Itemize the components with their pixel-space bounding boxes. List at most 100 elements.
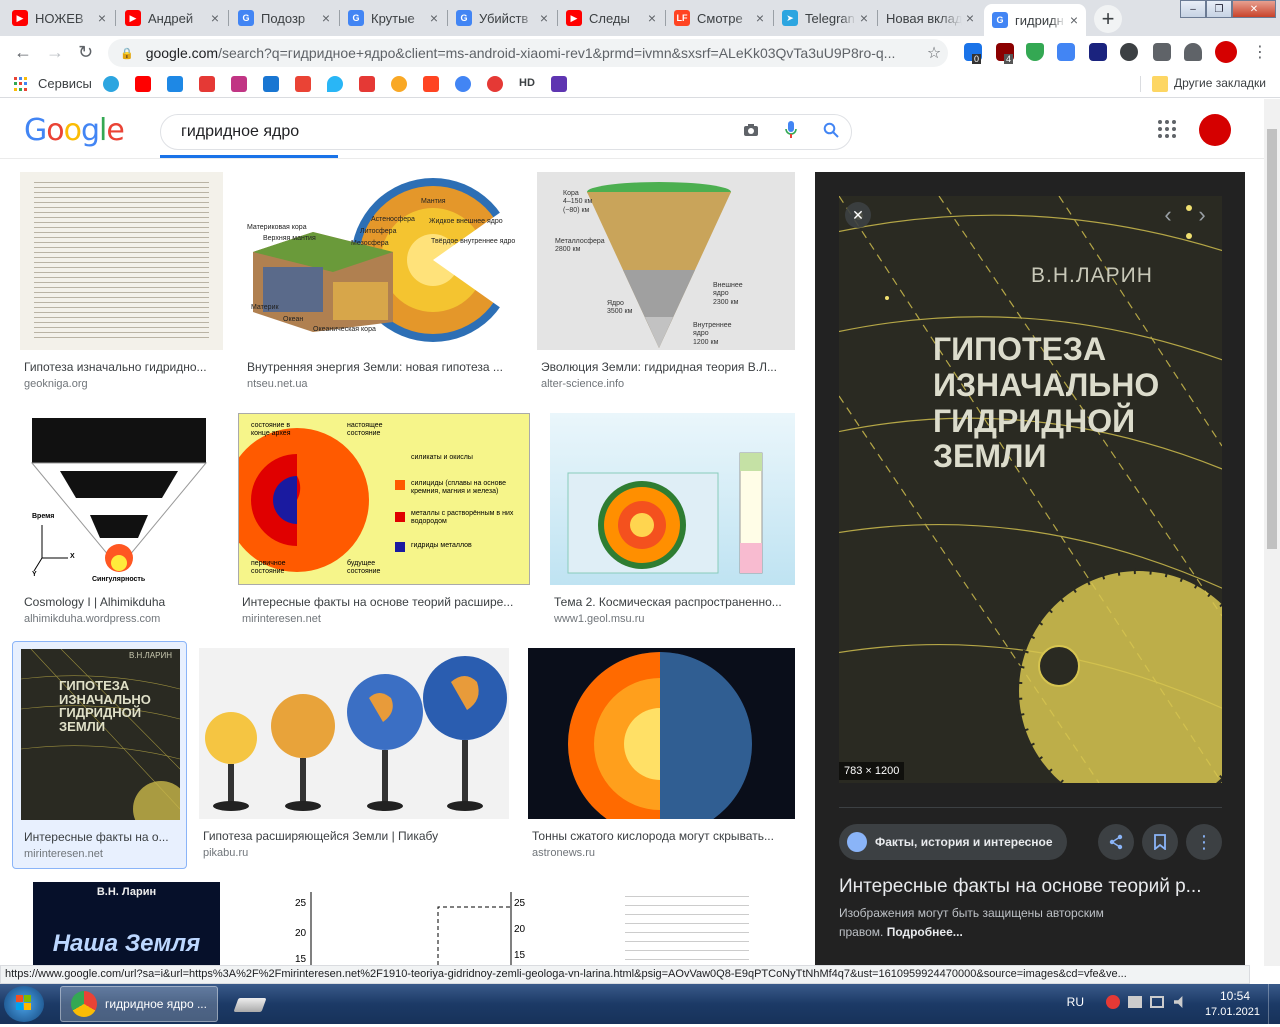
profile-avatar[interactable] bbox=[1215, 41, 1237, 63]
shield-icon[interactable] bbox=[1026, 43, 1044, 61]
bookmark-icon[interactable] bbox=[167, 76, 183, 92]
search-query[interactable]: гидридное ядро bbox=[181, 123, 731, 141]
source-chip[interactable]: Факты, история и интересное bbox=[839, 824, 1067, 860]
browser-tab[interactable]: ▶ Следы × bbox=[558, 4, 664, 32]
preview-image[interactable]: В.Н.ЛАРИН ГИПОТЕЗА ИЗНАЧАЛЬНО ГИДРИДНОЙ … bbox=[839, 196, 1222, 783]
share-icon[interactable] bbox=[1098, 824, 1134, 860]
page-scrollbar[interactable] bbox=[1264, 99, 1280, 966]
browser-tab[interactable]: ➤ Telegran × bbox=[774, 4, 876, 32]
image-result[interactable]: Тонны сжатого кислорода могут скрывать..… bbox=[528, 648, 795, 870]
bookmark-icon[interactable] bbox=[423, 76, 439, 92]
back-button[interactable]: ← bbox=[14, 42, 32, 63]
language-indicator[interactable]: RU bbox=[1067, 995, 1084, 1009]
bookmark-icon[interactable] bbox=[327, 76, 343, 92]
new-tab-button[interactable]: + bbox=[1094, 5, 1122, 33]
close-icon[interactable]: ✕ bbox=[845, 202, 871, 228]
clock-date[interactable]: 17.01.2021 bbox=[1205, 1006, 1260, 1018]
tab-active[interactable]: Gгидридн × bbox=[984, 4, 1086, 36]
bookmark-icon[interactable] bbox=[263, 76, 279, 92]
reload-button[interactable]: ↻ bbox=[78, 42, 93, 63]
tab-close-icon[interactable]: × bbox=[98, 10, 106, 26]
bookmark-icon[interactable] bbox=[487, 76, 503, 92]
image-result-selected[interactable]: В.Н.ЛАРИН ГИПОТЕЗА ИЗНАЧАЛЬНО ГИДРИДНОЙ … bbox=[12, 641, 187, 869]
taskbar-chrome-button[interactable]: гидридное ядро ... bbox=[60, 986, 218, 1022]
image-result[interactable]: Время X Y Сингулярность Cosmology I | Al… bbox=[20, 413, 218, 635]
next-arrow-icon[interactable]: › bbox=[1189, 202, 1215, 228]
browser-tab[interactable]: G Крутые × bbox=[340, 4, 446, 32]
browser-tab[interactable]: Новая вклад × bbox=[878, 4, 982, 32]
puzzle-icon[interactable] bbox=[1184, 43, 1202, 61]
apps-grid-icon[interactable] bbox=[14, 77, 28, 91]
tab-close-icon[interactable]: × bbox=[540, 10, 548, 26]
bookmark-hd[interactable]: HD bbox=[519, 77, 535, 89]
tab-close-icon[interactable]: × bbox=[1070, 12, 1078, 28]
tray-icon[interactable] bbox=[1106, 995, 1120, 1009]
speaker-icon[interactable] bbox=[1174, 996, 1183, 1008]
extension-icon[interactable] bbox=[1089, 43, 1107, 61]
browser-tab[interactable]: LF Смотре × bbox=[666, 4, 772, 32]
forward-button[interactable]: → bbox=[46, 42, 64, 63]
image-result[interactable]: Тема 2. Космическая распространенно... w… bbox=[550, 413, 795, 635]
tab-close-icon[interactable]: × bbox=[211, 10, 219, 26]
google-logo[interactable]: Google bbox=[24, 113, 125, 148]
flag-icon[interactable] bbox=[1128, 996, 1142, 1008]
tab-close-icon[interactable]: × bbox=[860, 10, 868, 26]
browser-tab[interactable]: ▶ НОЖЕВ × bbox=[4, 4, 114, 32]
telegram-icon[interactable] bbox=[103, 76, 119, 92]
close-button[interactable]: ✕ bbox=[1232, 0, 1276, 18]
account-avatar[interactable] bbox=[1199, 114, 1231, 146]
gmail-icon[interactable] bbox=[295, 76, 311, 92]
image-result[interactable]: состояние в конце архея настоящее состоя… bbox=[238, 413, 530, 635]
other-bookmarks[interactable]: Другие закладки bbox=[1174, 76, 1266, 90]
bookmark-icon[interactable] bbox=[359, 76, 375, 92]
browser-tab[interactable]: G Подозр × bbox=[230, 4, 338, 32]
minimize-button[interactable]: – bbox=[1180, 0, 1206, 18]
image-result[interactable]: 25 20 15 25 20 15 bbox=[253, 882, 531, 966]
save-icon[interactable] bbox=[1142, 824, 1178, 860]
scrollbar-thumb[interactable] bbox=[1267, 129, 1277, 549]
bookmark-icon[interactable] bbox=[551, 76, 567, 92]
browser-tab[interactable]: G Убийств × bbox=[448, 4, 556, 32]
extension-icon[interactable] bbox=[1120, 43, 1138, 61]
clock-time[interactable]: 10:54 bbox=[1220, 989, 1250, 1003]
more-link[interactable]: Подробнее... bbox=[887, 925, 963, 939]
image-result[interactable]: В.Н. Ларин Наша Земля bbox=[33, 882, 220, 966]
prev-arrow-icon[interactable]: ‹ bbox=[1155, 202, 1181, 228]
address-bar[interactable]: 🔒 google.com/search?q=гидридное+ядро&cli… bbox=[108, 39, 948, 67]
instagram-icon[interactable] bbox=[231, 76, 247, 92]
monitor-icon[interactable] bbox=[1150, 996, 1164, 1008]
bookmark-services[interactable]: Сервисы bbox=[38, 76, 92, 91]
tab-close-icon[interactable]: × bbox=[756, 10, 764, 26]
tab-close-icon[interactable]: × bbox=[648, 10, 656, 26]
maximize-button[interactable]: ❐ bbox=[1206, 0, 1232, 18]
bookmark-icon[interactable] bbox=[455, 76, 471, 92]
start-button[interactable] bbox=[4, 986, 44, 1022]
search-icon[interactable] bbox=[811, 122, 851, 142]
drive-icon[interactable] bbox=[233, 998, 267, 1012]
browser-tab[interactable]: ▶ Андрей × bbox=[117, 4, 227, 32]
google-apps-icon[interactable] bbox=[1158, 120, 1176, 138]
tab-close-icon[interactable]: × bbox=[966, 10, 974, 26]
image-result[interactable]: Гипотеза изначально гидридно... geokniga… bbox=[20, 172, 223, 394]
bookmark-star-icon[interactable]: ☆ bbox=[920, 43, 948, 63]
extension-icon[interactable] bbox=[1153, 43, 1171, 61]
image-result[interactable]: Кора 4–150 км (~80) км Металлосфера 2800… bbox=[537, 172, 795, 394]
panel-title[interactable]: Интересные факты на основе теорий р... bbox=[839, 876, 1234, 898]
menu-icon[interactable]: ⋮ bbox=[1252, 42, 1268, 62]
mic-icon[interactable] bbox=[771, 121, 811, 143]
tab-close-icon[interactable]: × bbox=[430, 10, 438, 26]
browser-toolbar: ← → ↻ 🔒 google.com/search?q=гидридное+яд… bbox=[0, 36, 1280, 70]
tab-label: Подозр bbox=[261, 10, 306, 26]
show-desktop-button[interactable] bbox=[1268, 984, 1280, 1024]
bookmark-icon[interactable] bbox=[199, 76, 215, 92]
image-result[interactable] bbox=[579, 882, 795, 966]
bookmark-icon[interactable] bbox=[391, 76, 407, 92]
translate-icon[interactable] bbox=[1057, 43, 1075, 61]
search-input[interactable]: гидридное ядро bbox=[160, 114, 852, 150]
camera-icon[interactable] bbox=[731, 123, 771, 141]
youtube-icon[interactable] bbox=[135, 76, 151, 92]
more-options-icon[interactable]: ⋮ bbox=[1186, 824, 1222, 860]
image-result[interactable]: Материковая кора Верхняя мантия Астеносф… bbox=[243, 172, 519, 394]
tab-close-icon[interactable]: × bbox=[322, 10, 330, 26]
image-result[interactable]: Гипотеза расширяющейся Земли | Пикабу pi… bbox=[199, 648, 509, 870]
